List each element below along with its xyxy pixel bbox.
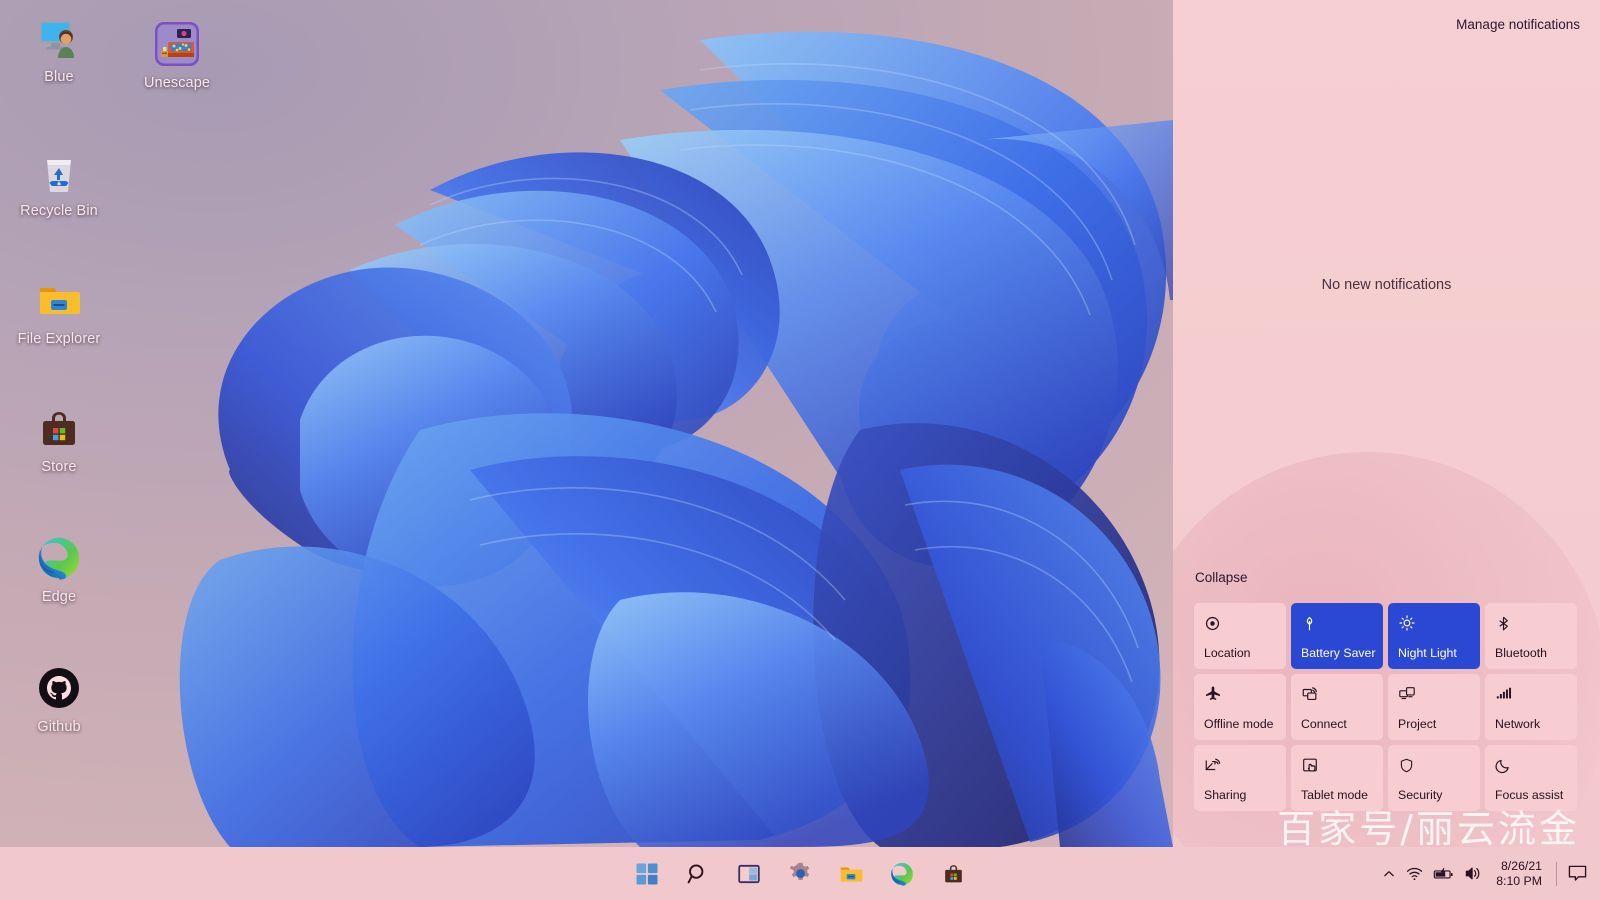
microsoft-store-icon [35, 404, 83, 452]
task-view-button[interactable] [732, 857, 766, 891]
quick-tile-label: Night Light [1398, 646, 1457, 660]
github-octocat-icon [35, 664, 83, 712]
desktop-surface[interactable]: Blue Recycle Bin File Explorer Store Edg… [0, 0, 1173, 847]
clock-date: 8/26/21 [1500, 858, 1542, 873]
moon-icon [1495, 754, 1577, 776]
desktop-icon-github[interactable]: Github [0, 658, 118, 744]
folder-icon [35, 276, 83, 324]
clock[interactable]: 8/26/21 8:10 PM [1492, 859, 1546, 889]
quick-tile-sharing[interactable]: Sharing [1194, 745, 1286, 811]
chevron-up-icon[interactable] [1382, 867, 1396, 881]
collapse-button[interactable]: Collapse [1195, 570, 1248, 585]
network-signal-icon [1495, 683, 1577, 705]
quick-tile-label: Battery Saver [1301, 646, 1376, 660]
desktop-icon-file-explorer[interactable]: File Explorer [0, 270, 118, 356]
quick-tile-label: Connect [1301, 717, 1347, 731]
edge-button[interactable] [885, 857, 919, 891]
quick-tile-label: Network [1495, 717, 1541, 731]
desktop-icon-column: Blue Recycle Bin File Explorer Store Edg… [0, 8, 118, 758]
desktop-icon-unescape[interactable]: Unescape [118, 14, 236, 100]
tablet-mode-icon [1301, 754, 1383, 776]
settings-button[interactable] [783, 857, 817, 891]
project-display-icon [1398, 683, 1480, 705]
quick-settings-grid: Location Battery Saver Night Light Bluet… [1194, 603, 1581, 811]
desktop-icon-label: Edge [41, 589, 77, 605]
bluetooth-icon [1495, 612, 1577, 634]
quick-tile-tablet-mode[interactable]: Tablet mode [1291, 745, 1383, 811]
location-target-icon [1204, 612, 1286, 634]
search-icon [687, 863, 704, 883]
task-view-icon [738, 864, 760, 883]
quick-tile-label: Sharing [1204, 788, 1247, 802]
microsoft-store-icon [944, 865, 962, 883]
bedroom-game-icon [153, 20, 201, 68]
quick-tile-label: Location [1204, 646, 1251, 660]
taskbar-app-buttons [630, 847, 970, 900]
quick-tile-network[interactable]: Network [1485, 674, 1577, 740]
quick-tile-focus-assist[interactable]: Focus assist [1485, 745, 1577, 811]
desktop-icon-label: Unescape [143, 75, 211, 91]
monitor-user-icon [35, 14, 83, 62]
taskbar: 8/26/21 8:10 PM [0, 847, 1600, 900]
quick-tile-label: Focus assist [1495, 788, 1564, 802]
quick-tile-label: Tablet mode [1301, 788, 1368, 802]
desktop-icon-label: File Explorer [17, 331, 101, 347]
quick-tile-label: Project [1398, 717, 1437, 731]
shield-icon [1398, 754, 1480, 776]
wifi-icon[interactable] [1406, 865, 1423, 882]
desktop-icon-blue[interactable]: Blue [0, 8, 118, 94]
file-explorer-button[interactable] [834, 857, 868, 891]
recycle-bin-icon [35, 148, 83, 196]
action-center-panel: Manage notifications No new notification… [1173, 0, 1600, 847]
quick-tile-battery-saver[interactable]: Battery Saver [1291, 603, 1383, 669]
quick-tile-label: Offline mode [1204, 717, 1274, 731]
battery-saver-leaf-icon [1301, 612, 1383, 634]
chat-bubble-icon[interactable] [1567, 864, 1592, 883]
quick-tile-security[interactable]: Security [1388, 745, 1480, 811]
desktop-icon-label: Recycle Bin [20, 203, 98, 219]
search-button[interactable] [681, 857, 715, 891]
quick-tile-project[interactable]: Project [1388, 674, 1480, 740]
quick-tile-label: Security [1398, 788, 1443, 802]
connect-cast-icon [1301, 683, 1383, 705]
desktop-icon-label: Store [41, 459, 77, 475]
quick-tile-night-light[interactable]: Night Light [1388, 603, 1480, 669]
edge-browser-icon [891, 862, 913, 886]
gear-icon [789, 862, 809, 881]
night-light-sun-icon [1398, 612, 1480, 634]
battery-charging-icon[interactable] [1433, 866, 1454, 882]
quick-tile-location[interactable]: Location [1194, 603, 1286, 669]
tray-divider [1556, 861, 1557, 886]
quick-tile-offline-mode[interactable]: Offline mode [1194, 674, 1286, 740]
quick-tile-connect[interactable]: Connect [1291, 674, 1383, 740]
desktop-icon-label: Github [37, 719, 81, 735]
desktop-icon-label: Blue [44, 69, 74, 85]
manage-notifications-link[interactable]: Manage notifications [1456, 17, 1580, 32]
folder-icon [840, 867, 863, 882]
desktop-icon-recycle-bin[interactable]: Recycle Bin [0, 142, 118, 228]
windows-start-icon [636, 863, 658, 884]
airplane-icon [1204, 683, 1286, 705]
edge-browser-icon [35, 534, 83, 582]
wallpaper-bloom [179, 31, 1173, 847]
store-button[interactable] [936, 857, 970, 891]
nearby-sharing-icon [1204, 754, 1286, 776]
no-notifications-message: No new notifications [1321, 277, 1452, 293]
speaker-icon[interactable] [1464, 865, 1482, 882]
quick-tile-bluetooth[interactable]: Bluetooth [1485, 603, 1577, 669]
clock-time: 8:10 PM [1496, 873, 1542, 888]
desktop-icon-store[interactable]: Store [0, 398, 118, 484]
desktop-icon-edge[interactable]: Edge [0, 528, 118, 614]
start-button[interactable] [630, 857, 664, 891]
quick-tile-label: Bluetooth [1495, 646, 1547, 660]
system-tray: 8/26/21 8:10 PM [1382, 847, 1592, 900]
